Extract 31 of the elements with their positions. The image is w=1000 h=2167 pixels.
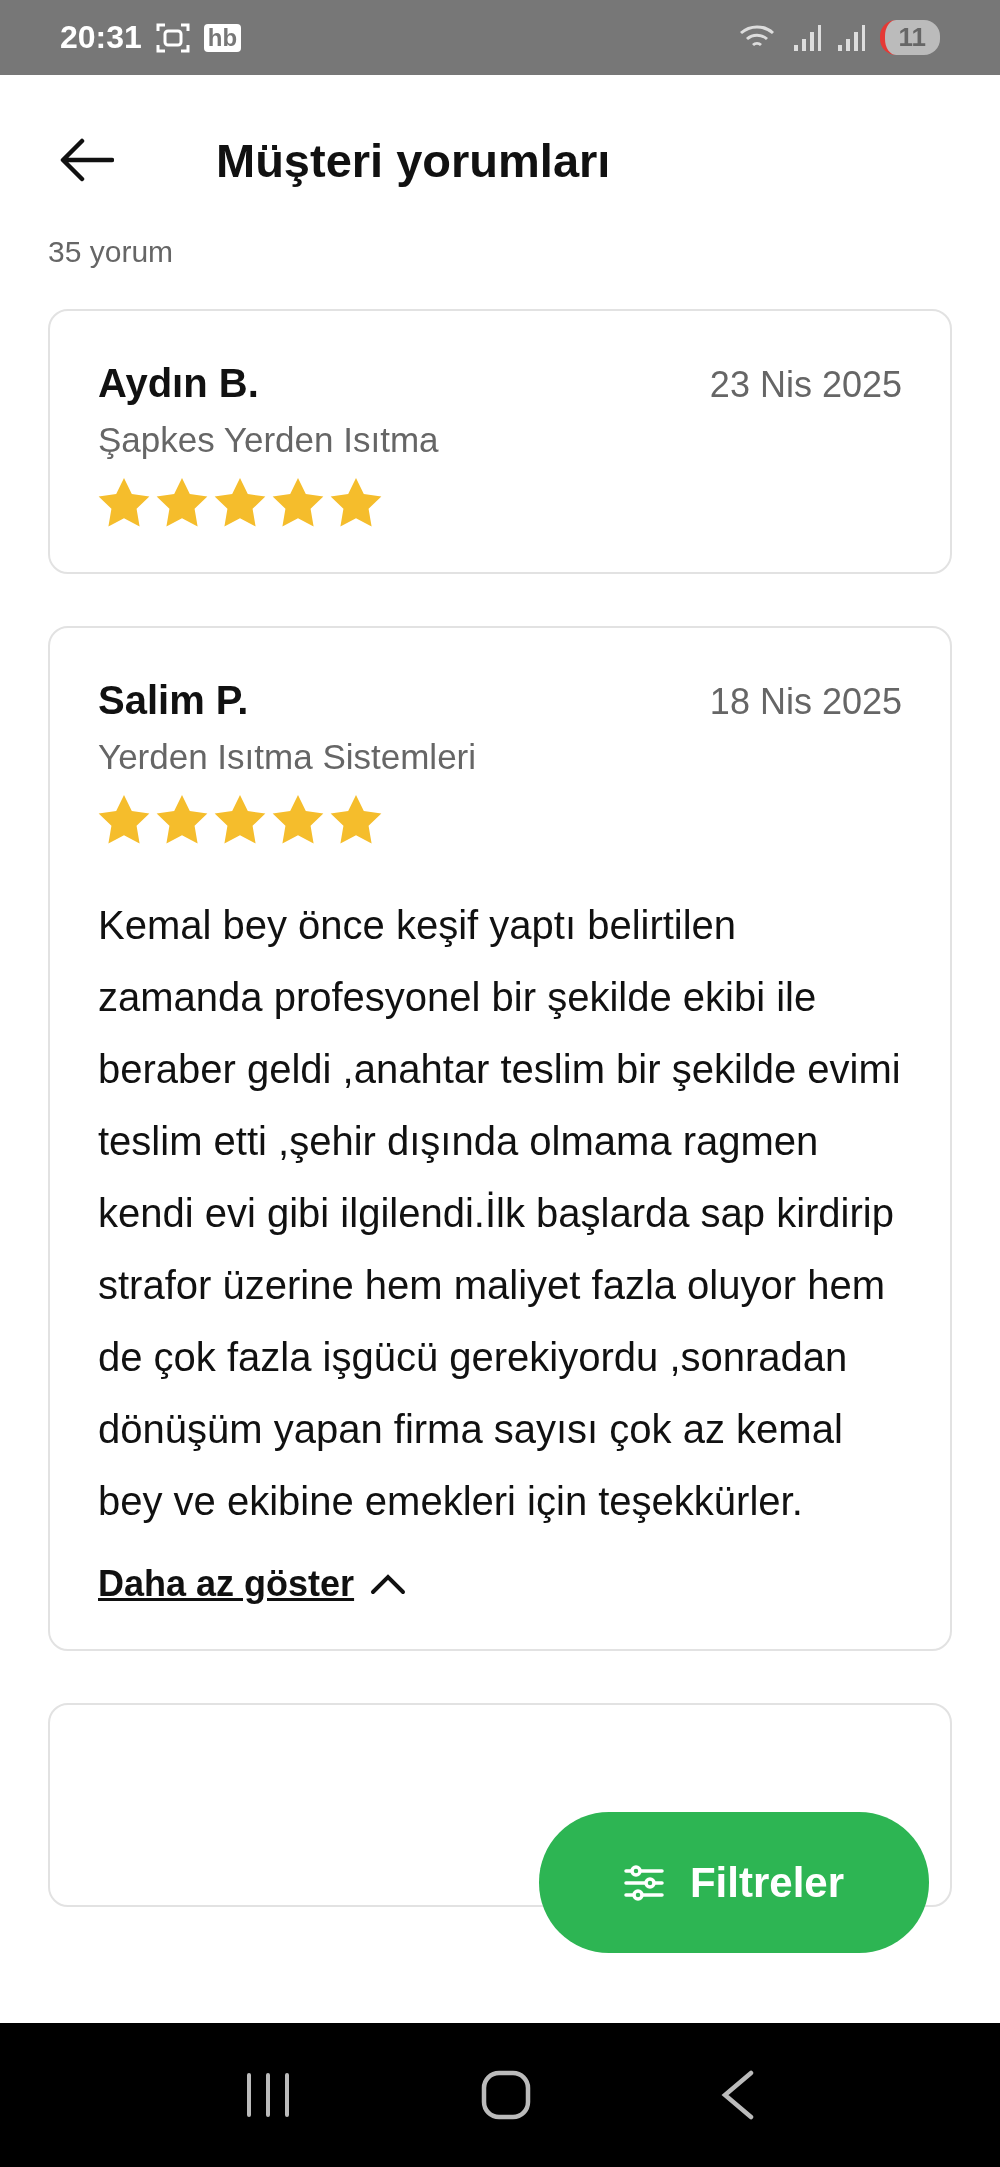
chevron-icon <box>370 1573 407 1595</box>
star-icon <box>214 795 266 845</box>
reviewer-name: Aydın B. <box>98 361 259 406</box>
signal-icon <box>791 22 822 53</box>
service-name: Şapkes Yerden Isıtma <box>98 420 440 460</box>
recent-apps-button[interactable] <box>245 2071 291 2119</box>
back-nav-button[interactable] <box>721 2070 755 2120</box>
page-title: Müşteri yorumları <box>216 132 611 188</box>
show-less-link[interactable]: Daha az göster <box>98 1563 407 1605</box>
star-icon <box>272 795 324 845</box>
star-icon <box>330 795 382 845</box>
star-icon <box>98 478 150 528</box>
star-icon <box>156 478 208 528</box>
star-icon <box>272 478 324 528</box>
review-date: 23 Nis 2025 <box>709 364 902 406</box>
star-icon <box>214 478 266 528</box>
sliders-icon <box>623 1864 664 1901</box>
screenshot-icon <box>155 21 190 54</box>
review-text: Kemal bey önce keşif yaptı belirtilen zamanda profesyonel bir şekilde ekibi ile beraber geldi ,anahtar teslim bir şekilde evimi teslim etti ,şehir dışında olmama ragmen kendi evi gibi ilgilendi.İlk başlarda sap kirdirip strafor üzerine hem maliyet fazla oluyor hem de çok fazla işgücü gerekiyordu ,sonradan dönüşüm yapan firma sayısı çok az kemal bey ve ekibine emekleri için teşekkürler. <box>98 902 902 1525</box>
star-icon <box>98 795 150 845</box>
battery-level: 11 <box>879 20 940 55</box>
service-name: Yerden Isıtma Sistemleri <box>98 737 478 777</box>
review-date: 18 Nis 2025 <box>709 681 902 723</box>
clock: 20:31 <box>60 19 142 56</box>
home-button[interactable] <box>481 2070 531 2120</box>
app-badge: hb <box>203 23 242 52</box>
review-count: 35 yorum <box>48 235 175 269</box>
star-icon <box>330 478 382 528</box>
reviewer-name: Salim P. <box>98 678 249 723</box>
signal-icon <box>835 22 866 53</box>
star-icon <box>156 795 208 845</box>
